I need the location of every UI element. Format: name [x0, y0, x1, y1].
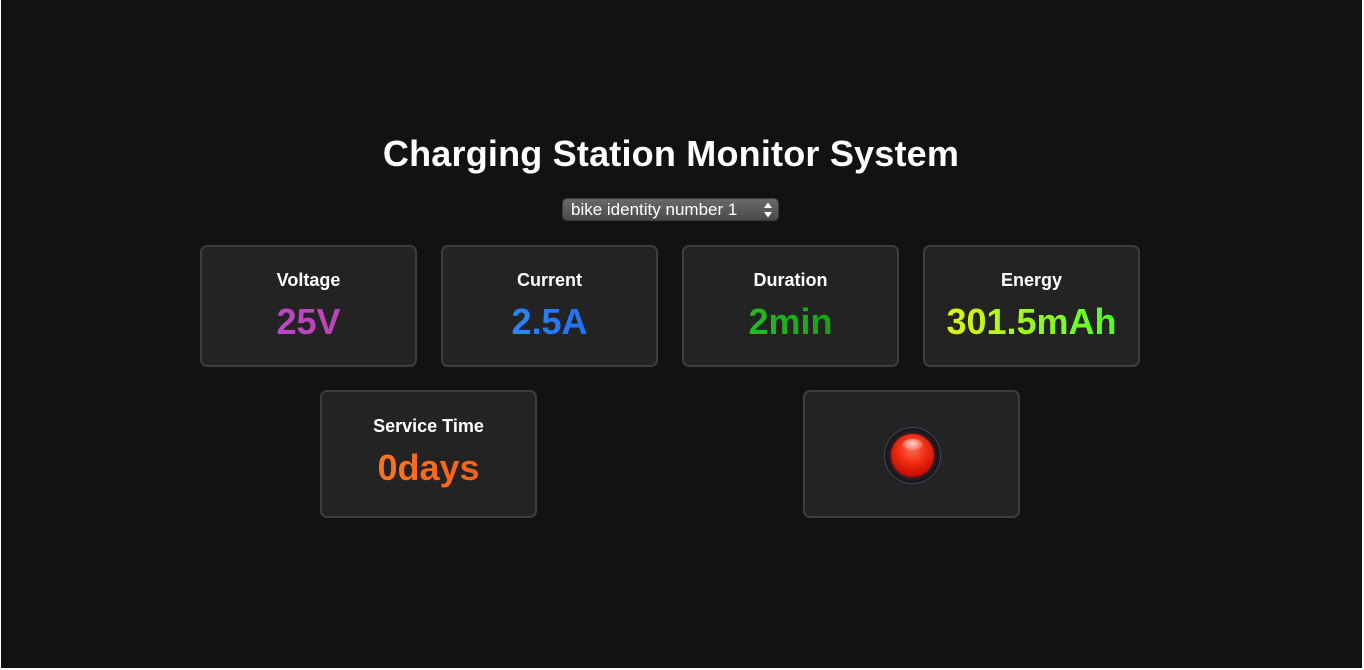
current-card: Current 2.5A: [441, 245, 658, 367]
red-status-light-icon: [885, 428, 940, 483]
status-light-lens: [891, 434, 934, 477]
voltage-label: Voltage: [276, 270, 341, 290]
current-label: Current: [516, 270, 582, 290]
status-light-highlight: [902, 439, 923, 450]
energy-value: 301.5mAh: [925, 301, 1138, 343]
duration-label: Duration: [753, 270, 828, 290]
bike-select-value: bike identity number 1: [571, 200, 738, 219]
bike-select[interactable]: bike identity number 1: [562, 198, 779, 221]
voltage-card: Voltage 25V: [200, 245, 417, 367]
service-time-card: Service Time 0days: [320, 390, 537, 518]
current-value: 2.5A: [443, 301, 656, 343]
voltage-value: 25V: [202, 301, 415, 343]
energy-label: Energy: [1000, 270, 1063, 290]
page-title: Charging Station Monitor System: [382, 133, 960, 174]
energy-card: Energy 301.5mAh: [923, 245, 1140, 367]
service-time-label: Service Time: [373, 416, 484, 436]
duration-value: 2min: [684, 301, 897, 343]
status-card: [803, 390, 1020, 518]
app-window: Charging Station Monitor System bike ide…: [1, 0, 1362, 668]
duration-card: Duration 2min: [682, 245, 899, 367]
service-time-value: 0days: [322, 447, 535, 489]
updown-arrows-icon: [764, 202, 772, 218]
